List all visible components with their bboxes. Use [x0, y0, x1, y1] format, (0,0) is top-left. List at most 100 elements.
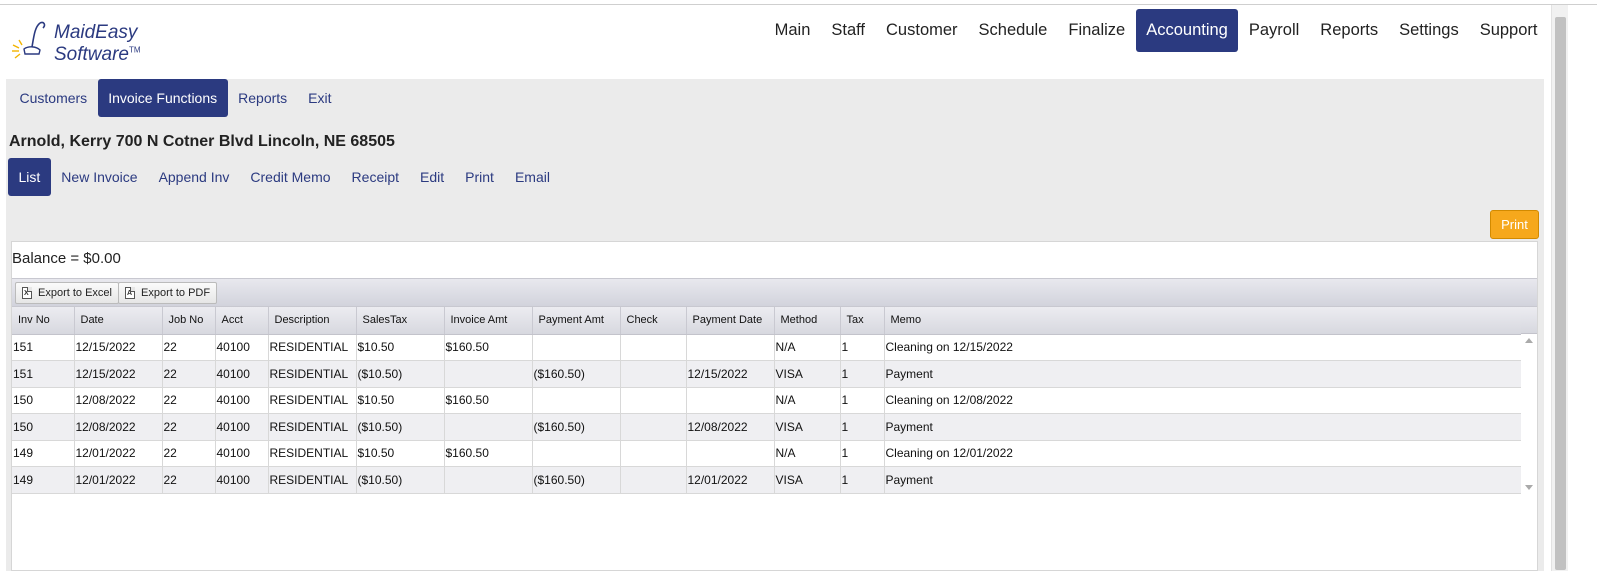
cell-salestax: ($10.50)	[356, 466, 445, 494]
table-header-row: Inv No Date Job No Acct Description Sale…	[12, 307, 1536, 335]
action-print[interactable]: Print	[455, 158, 505, 196]
cell-payment-amt: ($160.50)	[532, 360, 621, 388]
table-row[interactable]: 150 12/08/2022 22 40100 RESIDENTIAL $10.50 $16…	[12, 387, 1536, 414]
cell-method: VISA	[774, 466, 841, 494]
cell-acct: 40100	[215, 466, 269, 494]
cell-method: N/A	[774, 440, 841, 467]
cell-memo: Payment	[884, 413, 1536, 441]
cell-tax: 1	[840, 360, 885, 388]
cell-tax: 1	[840, 334, 885, 361]
cell-memo: Cleaning on 12/08/2022	[884, 387, 1536, 414]
col-header-job-no[interactable]: Job No	[162, 307, 216, 335]
main-nav-accounting[interactable]: Accounting	[1135, 9, 1239, 52]
col-header-method[interactable]: Method	[774, 307, 841, 335]
table-row[interactable]: 151 12/15/2022 22 40100 RESIDENTIAL ($10.50)(…	[12, 360, 1536, 388]
cell-invoice-amt	[444, 360, 533, 388]
cell-description: RESIDENTIAL	[268, 466, 357, 494]
main-nav-staff[interactable]: Staff	[821, 9, 876, 52]
grid-toolbar: X Export to Excel A Export to PDF	[12, 278, 1537, 307]
cell-acct: 40100	[215, 360, 269, 388]
cell-check	[620, 387, 687, 414]
maideasy-logo[interactable]: MaidEasy SoftwareTM	[10, 19, 150, 69]
cell-description: RESIDENTIAL	[268, 387, 357, 414]
action-new-invoice[interactable]: New Invoice	[51, 158, 148, 196]
action-edit[interactable]: Edit	[410, 158, 455, 196]
main-nav-schedule[interactable]: Schedule	[968, 9, 1058, 52]
cell-check	[620, 440, 687, 467]
sub-nav-invoice-functions[interactable]: Invoice Functions	[97, 79, 228, 117]
export-pdf-label: Export to PDF	[141, 287, 211, 299]
cell-job-no: 22	[162, 387, 216, 414]
page-scrollbar[interactable]	[1551, 5, 1568, 571]
main-nav-settings[interactable]: Settings	[1389, 9, 1470, 52]
main-nav-support[interactable]: Support	[1469, 9, 1548, 52]
cell-invoice-amt: $160.50	[444, 334, 533, 361]
col-header-description[interactable]: Description	[268, 307, 357, 335]
col-header-check[interactable]: Check	[620, 307, 687, 335]
col-header-acct[interactable]: Acct	[215, 307, 269, 335]
cell-check	[620, 360, 687, 388]
col-header-memo[interactable]: Memo	[884, 307, 1536, 335]
cell-inv-no: 149	[12, 466, 75, 494]
col-header-salestax[interactable]: SalesTax	[356, 307, 445, 335]
invoice-action-nav: List New Invoice Append Inv Credit Memo …	[8, 158, 560, 196]
col-header-payment-date[interactable]: Payment Date	[686, 307, 775, 335]
col-header-invoice-amt[interactable]: Invoice Amt	[444, 307, 533, 335]
col-header-inv-no[interactable]: Inv No	[12, 307, 75, 335]
cell-job-no: 22	[162, 334, 216, 361]
table-row[interactable]: 150 12/08/2022 22 40100 RESIDENTIAL ($10.50)(…	[12, 413, 1536, 441]
cell-invoice-amt	[444, 413, 533, 441]
main-nav-main[interactable]: Main	[764, 9, 821, 52]
table-row[interactable]: 149 12/01/2022 22 40100 RESIDENTIAL $10.50 $16…	[12, 440, 1536, 467]
cell-memo: Payment	[884, 360, 1536, 388]
cell-acct: 40100	[215, 334, 269, 361]
table-scrollbar[interactable]	[1521, 334, 1537, 494]
cell-payment-amt	[532, 334, 621, 361]
cell-payment-date	[686, 440, 775, 467]
cell-tax: 1	[840, 466, 885, 494]
export-excel-button[interactable]: X Export to Excel	[15, 282, 119, 304]
col-header-tax[interactable]: Tax	[840, 307, 885, 335]
scroll-down-arrow-icon[interactable]	[1525, 485, 1533, 490]
sub-nav-reports[interactable]: Reports	[228, 79, 298, 117]
sub-nav-exit[interactable]: Exit	[298, 79, 342, 117]
table-row[interactable]: 151 12/15/2022 22 40100 RESIDENTIAL $10.50 $16…	[12, 334, 1536, 361]
cell-check	[620, 334, 687, 361]
cell-inv-no: 151	[12, 334, 75, 361]
col-header-date[interactable]: Date	[74, 307, 163, 335]
action-append-inv[interactable]: Append Inv	[148, 158, 240, 196]
action-credit-memo[interactable]: Credit Memo	[240, 158, 341, 196]
table-row[interactable]: 149 12/01/2022 22 40100 RESIDENTIAL ($10.50)(…	[12, 466, 1536, 494]
cell-inv-no: 151	[12, 360, 75, 388]
cell-job-no: 22	[162, 466, 216, 494]
cell-date: 12/15/2022	[74, 334, 163, 361]
main-nav-payroll[interactable]: Payroll	[1238, 9, 1309, 52]
page-scrollbar-thumb[interactable]	[1555, 17, 1566, 570]
action-list[interactable]: List	[8, 158, 51, 196]
sub-nav-customers[interactable]: Customers	[9, 79, 98, 117]
export-pdf-button[interactable]: A Export to PDF	[118, 282, 218, 304]
cell-method: N/A	[774, 334, 841, 361]
col-header-payment-amt[interactable]: Payment Amt	[532, 307, 621, 335]
main-nav-customer[interactable]: Customer	[876, 9, 969, 52]
cell-payment-date	[686, 387, 775, 414]
print-button[interactable]: Print	[1490, 210, 1539, 239]
cell-payment-date: 12/15/2022	[686, 360, 775, 388]
main-nav-reports[interactable]: Reports	[1310, 9, 1389, 52]
cell-salestax: $10.50	[356, 440, 445, 467]
invoice-table: Inv No Date Job No Acct Description Sale…	[12, 307, 1536, 494]
cell-invoice-amt: $160.50	[444, 387, 533, 414]
cell-tax: 1	[840, 387, 885, 414]
cell-payment-amt: ($160.50)	[532, 413, 621, 441]
action-receipt[interactable]: Receipt	[341, 158, 409, 196]
main-nav-finalize[interactable]: Finalize	[1058, 9, 1136, 52]
cell-salestax: $10.50	[356, 334, 445, 361]
scroll-up-arrow-icon[interactable]	[1525, 338, 1533, 343]
cell-memo: Payment	[884, 466, 1536, 494]
action-email[interactable]: Email	[504, 158, 560, 196]
cell-date: 12/15/2022	[74, 360, 163, 388]
cell-acct: 40100	[215, 413, 269, 441]
cell-method: VISA	[774, 360, 841, 388]
cell-job-no: 22	[162, 413, 216, 441]
broom-sparkle-icon	[12, 21, 46, 59]
